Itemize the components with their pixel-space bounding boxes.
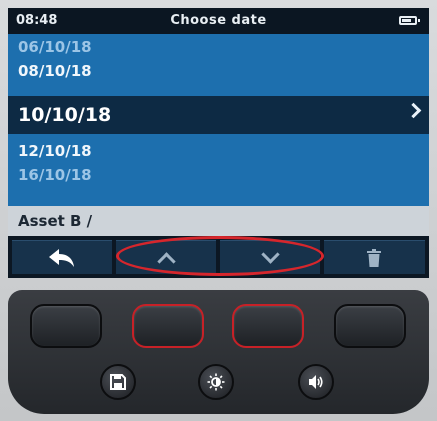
display-screen: 08:48 Choose date 06/10/18 08/10/18 10/1…	[8, 8, 429, 278]
chevron-right-icon	[405, 102, 422, 119]
brightness-icon	[207, 373, 225, 391]
scroll-down-softkey[interactable]	[220, 240, 320, 274]
date-list-item[interactable]: 16/10/18	[8, 166, 429, 190]
status-bar: 08:48 Choose date	[8, 8, 429, 34]
brightness-key[interactable]	[198, 364, 234, 400]
back-arrow-icon	[49, 249, 74, 267]
date-list-item[interactable]: 06/10/18	[8, 38, 429, 60]
function-key-2[interactable]	[132, 304, 204, 348]
function-key-1[interactable]	[30, 304, 102, 348]
volume-icon	[309, 375, 323, 389]
date-label: 06/10/18	[18, 38, 92, 56]
date-list-item[interactable]: 08/10/18	[8, 62, 429, 88]
function-key-3[interactable]	[232, 304, 304, 348]
scroll-up-softkey[interactable]	[116, 240, 216, 274]
trash-icon	[367, 249, 381, 267]
function-key-4[interactable]	[334, 304, 406, 348]
hardware-keypad	[8, 290, 429, 414]
back-softkey[interactable]	[12, 240, 112, 274]
date-label: 12/10/18	[18, 142, 92, 160]
breadcrumb-path: Asset B /	[18, 212, 93, 230]
battery-icon	[399, 16, 420, 25]
device-body: 08:48 Choose date 06/10/18 08/10/18 10/1…	[0, 0, 437, 421]
delete-softkey[interactable]	[324, 240, 425, 274]
date-label: 10/10/18	[18, 104, 112, 126]
save-icon	[110, 374, 126, 390]
softkey-bar	[8, 236, 429, 278]
date-label: 08/10/18	[18, 62, 92, 80]
chevron-up-icon	[157, 252, 176, 271]
screen-title: Choose date	[170, 13, 267, 28]
chevron-down-icon	[261, 245, 280, 264]
volume-key[interactable]	[298, 364, 334, 400]
save-key[interactable]	[100, 364, 136, 400]
date-list-item[interactable]: 12/10/18	[8, 142, 429, 168]
date-label: 16/10/18	[18, 166, 92, 184]
date-list: 06/10/18 08/10/18 10/10/18 12/10/18 16/1…	[8, 34, 429, 206]
date-list-item-selected[interactable]: 10/10/18	[8, 96, 429, 134]
breadcrumb: Asset B /	[8, 206, 429, 236]
